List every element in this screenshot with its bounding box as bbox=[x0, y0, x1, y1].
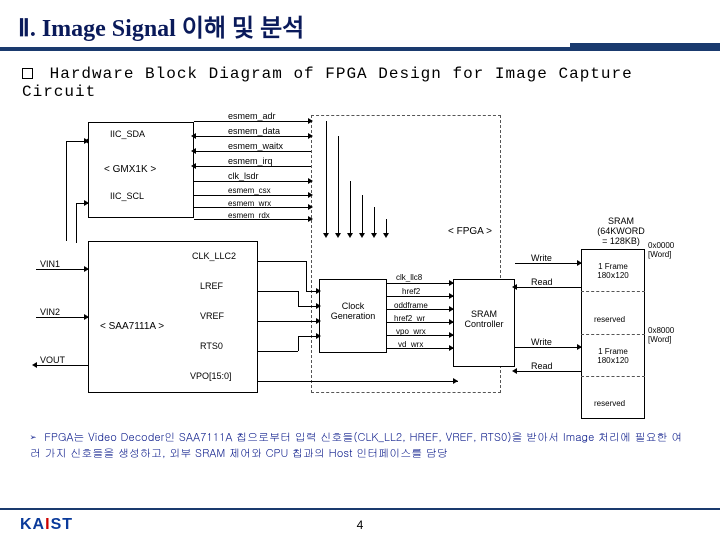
subtitle-row: Hardware Block Diagram of FPGA Design fo… bbox=[0, 51, 720, 107]
subtitle-text: Hardware Block Diagram of FPGA Design fo… bbox=[22, 65, 633, 101]
saa7111a-block bbox=[88, 241, 258, 393]
sram-addr0: 0x0000[Word] bbox=[648, 242, 674, 260]
kaist-logo: KAIST bbox=[20, 516, 73, 534]
lbl-href2: href2 bbox=[402, 287, 420, 296]
lbl-esmem-csx: esmem_csx bbox=[228, 186, 271, 195]
sram-reserved1: reserved bbox=[594, 315, 625, 324]
lbl-esmem-waitx: esmem_waitx bbox=[228, 141, 283, 151]
lbl-vpo: VPO[15:0] bbox=[190, 371, 232, 381]
page-title: Ⅱ. Image Signal 이해 및 분석 bbox=[18, 8, 702, 43]
lbl-iic-scl: IIC_SCL bbox=[110, 191, 144, 201]
lbl-clk-llc8: clk_llc8 bbox=[396, 273, 422, 282]
clockgen-label: ClockGeneration bbox=[324, 301, 382, 321]
fpga-label: < FPGA > bbox=[448, 226, 492, 237]
footer: KAIST 4 bbox=[0, 508, 720, 540]
sram-div-3 bbox=[581, 376, 645, 377]
title-bar: Ⅱ. Image Signal 이해 및 분석 bbox=[0, 0, 720, 51]
lbl-clk-llc2: CLK_LLC2 bbox=[192, 251, 236, 261]
lbl-vin2: VIN2 bbox=[40, 307, 60, 317]
sram-div-1 bbox=[581, 291, 645, 292]
lbl-vref: VREF bbox=[200, 311, 224, 321]
square-bullet-icon bbox=[22, 68, 33, 79]
lbl-lref: LREF bbox=[200, 281, 223, 291]
lbl-write2: Write bbox=[531, 337, 552, 347]
gmx1k-label: < GMX1K > bbox=[104, 164, 156, 175]
sram-addr8000: 0x8000[Word] bbox=[648, 327, 674, 345]
footnote: ➢ FPGA는 Video Decoder인 SAA7111A 칩으로부터 입력… bbox=[30, 430, 690, 462]
lbl-write1: Write bbox=[531, 253, 552, 263]
sram-title: SRAM(64KWORD= 128KB) bbox=[586, 217, 656, 247]
lbl-vout: VOUT bbox=[40, 355, 65, 365]
lbl-esmem-adr: esmem_adr bbox=[228, 111, 276, 121]
footnote-text: FPGA는 Video Decoder인 SAA7111A 칩으로부터 입력 신… bbox=[30, 430, 682, 461]
block-diagram: < GMX1K > < SAA7111A > < FPGA > ClockGen… bbox=[26, 111, 694, 431]
lbl-rts0: RTS0 bbox=[200, 341, 223, 351]
lbl-esmem-irq: esmem_irq bbox=[228, 156, 273, 166]
saa7111a-label: < SAA7111A > bbox=[100, 321, 164, 332]
lbl-iic-sda: IIC_SDA bbox=[110, 129, 145, 139]
triangle-bullet-icon: ➢ bbox=[30, 430, 37, 445]
lbl-esmem-data: esmem_data bbox=[228, 126, 280, 136]
sram-frame1: 1 Frame180ⅹ120 bbox=[586, 263, 640, 281]
lbl-clk-lsdr: clk_lsdr bbox=[228, 171, 259, 181]
sramctrl-label: SRAMController bbox=[458, 309, 510, 329]
lbl-read2: Read bbox=[531, 361, 553, 371]
lbl-vin1: VIN1 bbox=[40, 259, 60, 269]
sram-frame2: 1 Frame180ⅹ120 bbox=[586, 348, 640, 366]
sram-div-2 bbox=[581, 334, 645, 335]
lbl-read1: Read bbox=[531, 277, 553, 287]
sram-reserved2: reserved bbox=[594, 399, 625, 408]
page-number: 4 bbox=[357, 518, 364, 532]
